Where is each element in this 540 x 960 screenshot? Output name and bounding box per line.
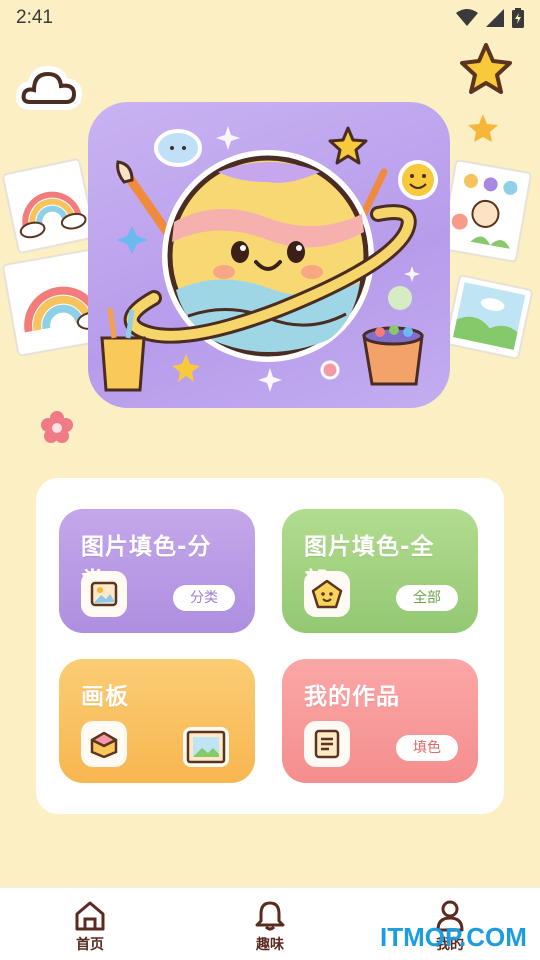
- home-icon: [75, 901, 105, 931]
- smile-pentagon-icon: [304, 571, 350, 617]
- tile-my-works[interactable]: 我的作品 填色: [282, 659, 478, 783]
- hero-illustration: [0, 40, 540, 460]
- tile-coloring-category[interactable]: 图片填色-分类 分类: [59, 509, 255, 633]
- status-bar: 2:41: [0, 0, 540, 36]
- nav-label: 首页: [76, 937, 104, 953]
- bell-icon: [255, 901, 285, 931]
- landscape-sticker: [445, 274, 533, 360]
- menu-panel: 图片填色-分类 分类 图片填色-全部 全部 画板 我的作品 填色: [36, 478, 504, 814]
- tile-title: 画板: [81, 684, 129, 710]
- tile-drawing-board[interactable]: 画板: [59, 659, 255, 783]
- nav-item-home[interactable]: 首页: [60, 900, 120, 954]
- nav-label: 趣味: [256, 937, 284, 953]
- battery-icon: [512, 8, 524, 28]
- box-icon: [81, 721, 127, 767]
- picture-frame-icon[interactable]: [183, 727, 229, 767]
- planet-illustration: [100, 126, 438, 392]
- cloud-icon: [16, 65, 82, 110]
- fill-pill-button[interactable]: 填色: [396, 735, 458, 761]
- document-icon: [304, 721, 350, 767]
- hero-card: [88, 102, 450, 408]
- wifi-icon: [456, 9, 478, 26]
- category-pill-button[interactable]: 分类: [173, 585, 235, 611]
- signal-icon: [486, 9, 504, 27]
- image-icon: [81, 571, 127, 617]
- status-time: 2:41: [16, 7, 53, 28]
- tile-coloring-all[interactable]: 图片填色-全部 全部: [282, 509, 478, 633]
- tile-title: 我的作品: [304, 684, 400, 710]
- watermark: ITMOP.COM: [380, 922, 527, 952]
- status-icons: [456, 8, 524, 28]
- all-pill-button[interactable]: 全部: [396, 585, 458, 611]
- faces-sticker: [440, 159, 532, 263]
- flower-icon: [41, 411, 73, 443]
- nav-item-fun[interactable]: 趣味: [240, 900, 300, 954]
- star-icon: [460, 43, 512, 94]
- small-star-icon: [468, 114, 498, 142]
- rainbow-sticker-top: [2, 158, 96, 254]
